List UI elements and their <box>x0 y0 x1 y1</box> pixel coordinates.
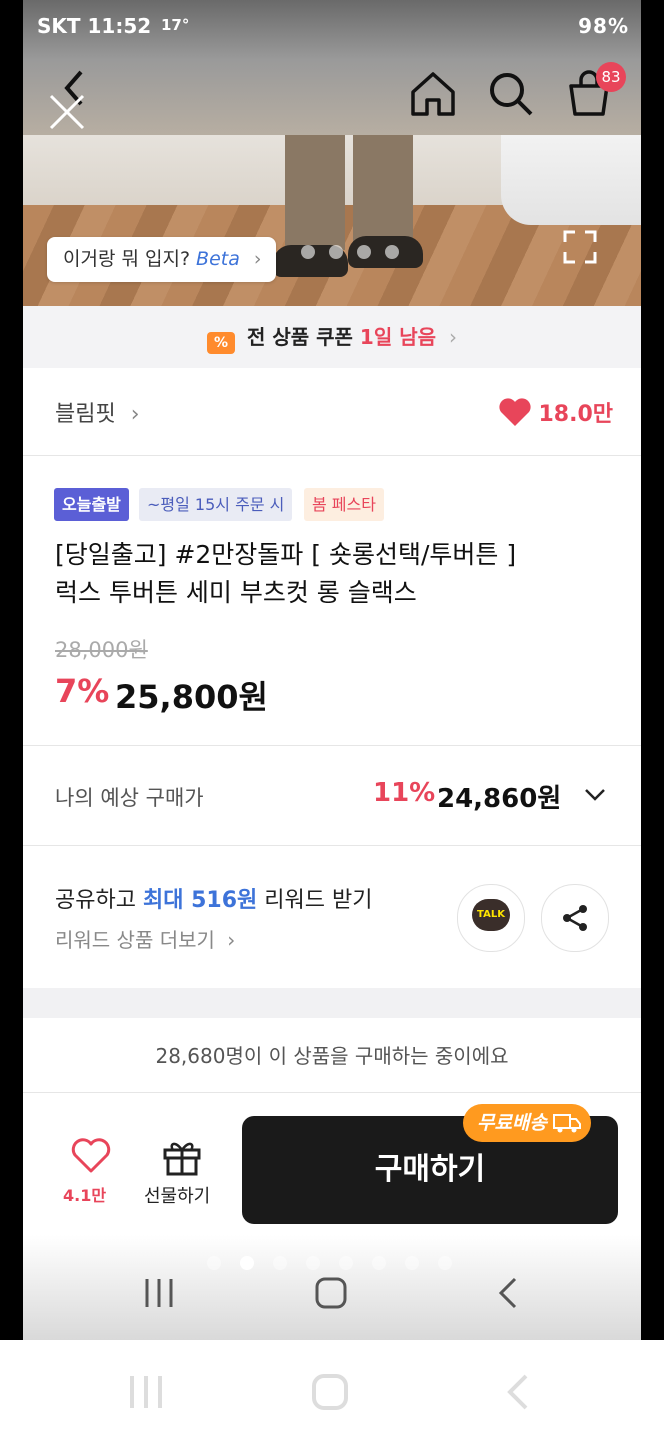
estimate-discount: 11% <box>373 778 436 808</box>
divider <box>23 845 641 846</box>
coupon-icon: % <box>207 332 236 354</box>
page-dot <box>339 1256 353 1270</box>
reward-highlight: 최대 516원 <box>142 888 258 913</box>
back-nav-icon[interactable] <box>498 1372 538 1412</box>
chevron-right-icon: › <box>253 248 262 270</box>
brand-name: 블림핏 <box>55 402 116 427</box>
kakao-talk-icon: TALK <box>472 899 510 931</box>
divider <box>23 1092 641 1093</box>
reward-more-text: 리워드 상품 더보기 <box>55 928 215 952</box>
page-indicator <box>207 1255 471 1274</box>
gift-icon[interactable] <box>161 1138 203 1176</box>
title-line-1: [당일출고] #2만장돌파 [ 숏롱선택/투버튼 ] <box>55 540 517 569</box>
outfit-suggestion-pill[interactable]: 이거랑 뭐 입지? Beta › <box>47 237 276 282</box>
buyers-count: 28,680명이 이 상품을 구매하는 중이에요 <box>155 1044 509 1068</box>
divider <box>23 745 641 746</box>
reward-suffix: 리워드 받기 <box>264 888 373 913</box>
coupon-banner[interactable]: % 전 상품 쿠폰 1일 남음 › <box>23 306 641 368</box>
home-nav-icon[interactable] <box>310 1372 350 1412</box>
search-icon[interactable] <box>487 70 535 118</box>
home-nav-icon[interactable] <box>313 1275 349 1311</box>
wishlist-count: 4.1만 <box>63 1186 107 1205</box>
likes-count: 18.0만 <box>538 402 613 427</box>
product-title: [당일출고] #2만장돌파 [ 숏롱선택/투버튼 ] 럭스 투버튼 세미 부츠컷… <box>55 536 615 612</box>
status-bar: SKT 11:52 17° 98% <box>23 0 641 52</box>
kakao-share-button[interactable]: TALK <box>457 884 525 952</box>
gift-label[interactable]: 선물하기 <box>144 1182 210 1208</box>
status-temp: 17° <box>161 16 190 34</box>
heart-outline-icon <box>71 1138 111 1173</box>
tag-ship-condition: ~평일 15시 주문 시 <box>139 488 293 521</box>
page-dot-active <box>240 1256 254 1270</box>
status-time: SKT 11:52 <box>37 14 152 38</box>
tag-festa: 봄 페스타 <box>304 488 384 521</box>
reward-more-link[interactable]: 리워드 상품 더보기 › <box>55 924 235 953</box>
home-icon[interactable] <box>409 70 457 118</box>
brand-link[interactable]: 블림핏 › <box>55 396 140 428</box>
image-dot <box>301 245 315 259</box>
reward-prefix: 공유하고 <box>55 888 136 913</box>
status-battery: 98% <box>578 14 629 38</box>
chevron-right-icon: › <box>448 325 457 349</box>
free-shipping-badge: 무료배송 <box>463 1104 591 1142</box>
page-dot <box>372 1256 386 1270</box>
image-dot <box>385 245 399 259</box>
estimate-label: 나의 예상 구매가 <box>55 786 204 810</box>
pill-beta: Beta <box>196 248 240 270</box>
truck-icon <box>552 1114 581 1133</box>
tag-today-ship: 오늘출발 <box>54 488 129 521</box>
chevron-right-icon: › <box>130 402 140 427</box>
cart-count-badge: 83 <box>596 62 626 92</box>
app-screen: SKT 11:52 17° 98% 83 이거랑 뭐 입지? Beta › % 전 … <box>23 0 641 1340</box>
page-dot <box>207 1256 221 1270</box>
discount-rate: 7% <box>55 672 110 710</box>
close-icon[interactable] <box>47 92 87 132</box>
reward-text: 공유하고 최대 516원 리워드 받기 <box>55 882 372 914</box>
system-nav-bar <box>0 1340 664 1440</box>
pill-text: 이거랑 뭐 입지? <box>63 248 191 270</box>
image-pager-dots <box>301 244 413 263</box>
page-dot <box>273 1256 287 1270</box>
sale-price: 25,800원 <box>115 678 268 716</box>
image-curtain <box>501 135 641 225</box>
chevron-right-icon: › <box>227 928 236 952</box>
share-icon <box>563 905 587 931</box>
free-shipping-text: 무료배송 <box>477 1112 547 1134</box>
original-price: 28,000원 <box>55 638 148 662</box>
heart-filled-icon <box>499 398 532 426</box>
title-line-2: 럭스 투버튼 세미 부츠컷 롱 슬랙스 <box>55 578 417 607</box>
section-gap <box>23 988 641 1018</box>
fullscreen-icon[interactable] <box>559 226 601 268</box>
image-leg-right <box>353 135 413 250</box>
divider <box>23 455 641 456</box>
recent-apps-icon[interactable] <box>126 1372 166 1412</box>
page-dot <box>306 1256 320 1270</box>
back-nav-icon[interactable] <box>491 1275 527 1311</box>
chevron-down-icon <box>585 789 605 801</box>
coupon-remaining: 1일 남음 <box>359 325 437 349</box>
image-dot <box>357 245 371 259</box>
brand-likes[interactable]: 18.0만 <box>498 396 613 428</box>
image-dot <box>329 245 343 259</box>
page-dot <box>405 1256 419 1270</box>
estimate-price: 24,860원 <box>437 784 562 814</box>
wishlist-button[interactable] <box>67 1138 115 1178</box>
image-leg-left <box>285 135 345 250</box>
recent-apps-icon[interactable] <box>141 1275 177 1311</box>
share-button[interactable] <box>541 884 609 952</box>
coupon-text: 전 상품 쿠폰 <box>247 325 353 349</box>
page-dot <box>438 1256 452 1270</box>
